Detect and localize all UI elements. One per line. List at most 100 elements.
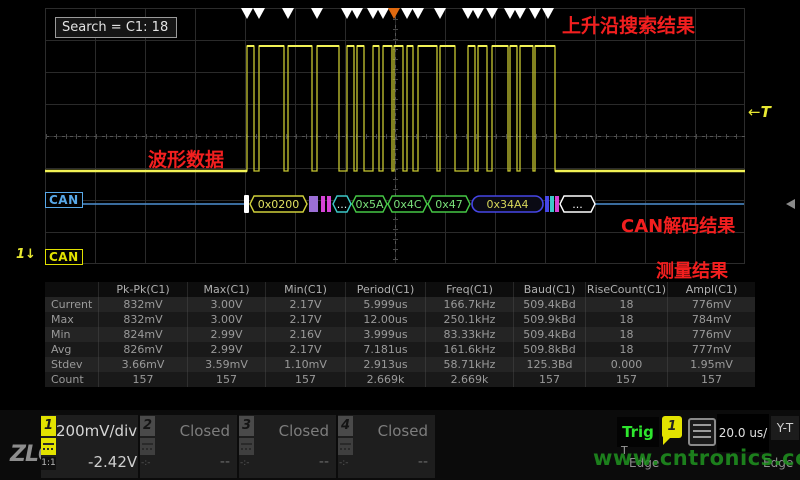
table-cell: 3.00V	[187, 312, 265, 327]
channel-offset-label: --	[256, 447, 336, 478]
search-marker-icon	[486, 8, 498, 19]
channel-main: Closed--	[355, 415, 435, 478]
search-marker-icon	[462, 8, 474, 19]
coupling-icon	[239, 438, 254, 455]
measurement-table: Pk-Pk(C1)Max(C1)Min(C1)Period(C1)Freq(C1…	[45, 282, 755, 387]
search-marker-icon	[542, 8, 554, 19]
coupling-icon	[41, 438, 56, 455]
table-header-cell	[45, 282, 98, 297]
decode-more-right-icon	[786, 199, 795, 209]
trigger-position-icon	[388, 8, 400, 19]
table-cell: 2.16V	[265, 327, 345, 342]
table-cell: 2.669k	[345, 372, 425, 387]
table-cell: 509.8kBd	[513, 342, 585, 357]
table-header-cell: RiseCount(C1)	[585, 282, 667, 297]
probe-ratio-label: 1:1	[41, 457, 56, 470]
can-decode-text: 0x4C	[393, 198, 422, 211]
search-marker-icon	[412, 8, 424, 19]
annotation-waveform-data: 波形数据	[148, 145, 224, 172]
channel-scale-label: 200mV/div	[56, 415, 144, 447]
table-cell: 18	[585, 327, 667, 342]
search-marker-icon	[311, 8, 323, 19]
search-marker-icon	[253, 8, 265, 19]
probe-ratio-label: -:-	[239, 457, 256, 470]
can-bit-marker	[321, 196, 325, 212]
table-cell: 157	[513, 372, 585, 387]
trigger-level-marker[interactable]: ←T	[748, 103, 771, 121]
table-cell: 125.3Bd	[513, 357, 585, 372]
trigger-source-badge-icon[interactable]: 1	[662, 416, 682, 438]
can-bit-marker	[555, 196, 559, 212]
channel-offset-label: --	[355, 447, 435, 478]
decode-display-icon[interactable]	[688, 418, 716, 446]
table-header-cell: Pk-Pk(C1)	[98, 282, 187, 297]
channel1-position-marker[interactable]: 1↓	[16, 247, 36, 262]
table-cell: 2.17V	[265, 297, 345, 312]
can-decode-track-label[interactable]: CAN	[45, 192, 83, 208]
table-cell: 824mV	[98, 327, 187, 342]
search-marker-icon	[401, 8, 413, 19]
channel-4-box[interactable]: 4-:-Closed--	[338, 415, 435, 478]
search-marker-icon	[351, 8, 363, 19]
channel-scale-label: Closed	[256, 415, 336, 447]
channel-main: 200mV/div-2.42V	[56, 415, 144, 478]
table-cell: 2.17V	[265, 312, 345, 327]
can-bus-status-label[interactable]: CAN	[45, 249, 83, 265]
table-cell: 1.10mV	[265, 357, 345, 372]
channel-2-box[interactable]: 2-:-Closed--	[140, 415, 237, 478]
table-cell: 58.71kHz	[425, 357, 513, 372]
table-cell: Stdev	[45, 357, 98, 372]
can-bit-marker	[545, 196, 549, 212]
table-row: Count1571571572.669k2.669k157157157	[45, 372, 755, 387]
table-cell: 250.1kHz	[425, 312, 513, 327]
table-cell: 5.999us	[345, 297, 425, 312]
display-mode-button[interactable]: Y-T	[771, 416, 799, 440]
search-marker-icon	[377, 8, 389, 19]
table-cell: 776mV	[667, 327, 755, 342]
table-row: Min824mV2.99V2.16V3.999us83.33kHz509.4kB…	[45, 327, 755, 342]
table-cell: 12.00us	[345, 312, 425, 327]
table-cell: 2.99V	[187, 327, 265, 342]
search-marker-icon	[504, 8, 516, 19]
table-cell: 83.33kHz	[425, 327, 513, 342]
table-cell: 3.999us	[345, 327, 425, 342]
table-cell: 777mV	[667, 342, 755, 357]
table-cell: 826mV	[98, 342, 187, 357]
oscilloscope-screen: 0x0200...0x5A0x4C0x470x34A4... Search = …	[0, 0, 800, 480]
search-marker-icon	[514, 8, 526, 19]
table-cell: Count	[45, 372, 98, 387]
table-cell: Current	[45, 297, 98, 312]
can-decode-text: ...	[337, 198, 348, 211]
table-cell: 161.6kHz	[425, 342, 513, 357]
channel-number-badge: 2	[140, 416, 155, 436]
down-arrow-icon: ↓	[25, 247, 36, 262]
can-crc-text: 0x34A4	[486, 198, 528, 211]
search-marker-icon	[472, 8, 484, 19]
channel-side: 11:1	[41, 415, 56, 478]
table-header-cell: Max(C1)	[187, 282, 265, 297]
table-cell: 509.4kBd	[513, 297, 585, 312]
table-cell: Max	[45, 312, 98, 327]
channel-number-badge: 3	[239, 416, 254, 436]
can-decode-text: 0x5A	[355, 198, 384, 211]
channel-1-box[interactable]: 11:1200mV/div-2.42V	[41, 415, 138, 478]
table-header-cell: Min(C1)	[265, 282, 345, 297]
trig-button[interactable]: Trig	[617, 417, 659, 447]
table-cell: 7.181us	[345, 342, 425, 357]
table-header-cell: Ampl(C1)	[667, 282, 755, 297]
channel-main: Closed--	[157, 415, 237, 478]
can-decode-text: ...	[572, 198, 583, 211]
table-cell: Avg	[45, 342, 98, 357]
search-marker-icon	[341, 8, 353, 19]
channel-3-box[interactable]: 3 -:-Closed--	[239, 415, 336, 478]
table-cell: 18	[585, 312, 667, 327]
table-cell: 776mV	[667, 297, 755, 312]
channel-number-badge: 4	[338, 416, 353, 436]
left-arrow-icon: ←	[748, 103, 761, 121]
table-header-cell: Period(C1)	[345, 282, 425, 297]
table-row: Max832mV3.00V2.17V12.00us250.1kHz509.9kB…	[45, 312, 755, 327]
table-cell: 832mV	[98, 312, 187, 327]
table-cell: 157	[187, 372, 265, 387]
table-cell: 157	[585, 372, 667, 387]
table-header-row: Pk-Pk(C1)Max(C1)Min(C1)Period(C1)Freq(C1…	[45, 282, 755, 297]
